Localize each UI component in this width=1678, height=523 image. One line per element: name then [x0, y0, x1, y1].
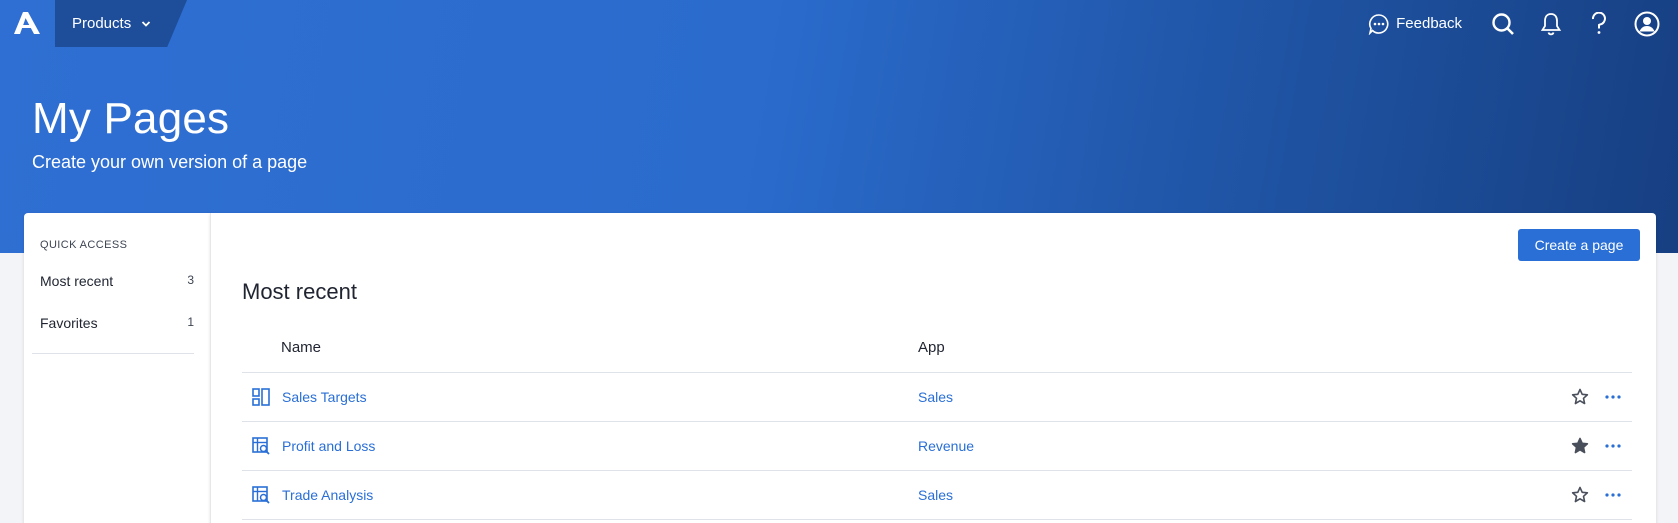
section-title: Most recent — [242, 279, 357, 304]
page-name-link[interactable]: Trade Analysis — [282, 487, 373, 503]
quick-access-panel: QUICK ACCESS Most recent 3 Favorites 1 — [24, 213, 210, 523]
page-subtitle: Create your own version of a page — [32, 152, 308, 172]
dashboard-icon — [252, 388, 270, 406]
quick-access-item-label: Most recent — [40, 273, 114, 289]
quick-access-item-label: Favorites — [40, 315, 98, 331]
page-title: My Pages — [32, 94, 230, 143]
report-icon — [252, 486, 270, 504]
top-actions: Feedback — [1368, 0, 1678, 47]
quick-access-item-count: 3 — [187, 273, 194, 287]
top-navigation-bar: Products Feedback — [0, 0, 1678, 47]
products-menu-label: Products — [72, 15, 132, 32]
feedback-button[interactable]: Feedback — [1368, 13, 1462, 35]
quick-access-item-count: 1 — [187, 315, 194, 329]
app-link[interactable]: Revenue — [918, 438, 974, 454]
pages-table: Name App Sales Targets Sales Profit and … — [242, 323, 1632, 520]
search-icon — [1492, 12, 1514, 35]
pages-panel: Create a page Most recent Name App Sales… — [210, 213, 1656, 523]
star-outline-icon[interactable] — [1571, 388, 1589, 406]
chevron-down-icon — [142, 20, 151, 27]
bell-icon — [1540, 12, 1562, 35]
star-filled-icon[interactable] — [1571, 437, 1589, 455]
table-row[interactable]: Sales Targets Sales — [242, 373, 1632, 422]
page-name-link[interactable]: Profit and Loss — [282, 438, 375, 454]
more-options-icon[interactable] — [1604, 486, 1622, 504]
column-header-name[interactable]: Name — [281, 339, 321, 356]
products-menu-button[interactable]: Products — [55, 0, 187, 47]
app-link[interactable]: Sales — [918, 389, 953, 405]
user-avatar-icon — [1634, 11, 1660, 36]
column-header-app[interactable]: App — [918, 339, 945, 356]
more-options-icon[interactable] — [1604, 388, 1622, 406]
table-row[interactable]: Profit and Loss Revenue — [242, 422, 1632, 471]
app-link[interactable]: Sales — [918, 487, 953, 503]
quick-access-header: QUICK ACCESS — [40, 239, 128, 251]
report-icon — [252, 437, 270, 455]
table-header: Name App — [242, 323, 1632, 373]
help-icon — [1592, 11, 1606, 34]
notifications-button[interactable] — [1538, 11, 1564, 37]
help-button[interactable] — [1586, 11, 1612, 37]
feedback-label: Feedback — [1396, 15, 1462, 32]
more-options-icon[interactable] — [1604, 437, 1622, 455]
star-outline-icon[interactable] — [1571, 486, 1589, 504]
search-button[interactable] — [1490, 11, 1516, 37]
table-row[interactable]: Trade Analysis Sales — [242, 471, 1632, 520]
quick-access-favorites[interactable]: Favorites 1 — [40, 315, 194, 331]
quick-access-divider — [32, 353, 194, 354]
page-name-link[interactable]: Sales Targets — [282, 389, 367, 405]
anaplan-logo-icon[interactable] — [14, 12, 40, 34]
chat-bubble-icon — [1368, 13, 1389, 35]
create-page-button[interactable]: Create a page — [1518, 229, 1640, 261]
user-profile-button[interactable] — [1634, 11, 1660, 37]
quick-access-most-recent[interactable]: Most recent 3 — [40, 273, 194, 289]
